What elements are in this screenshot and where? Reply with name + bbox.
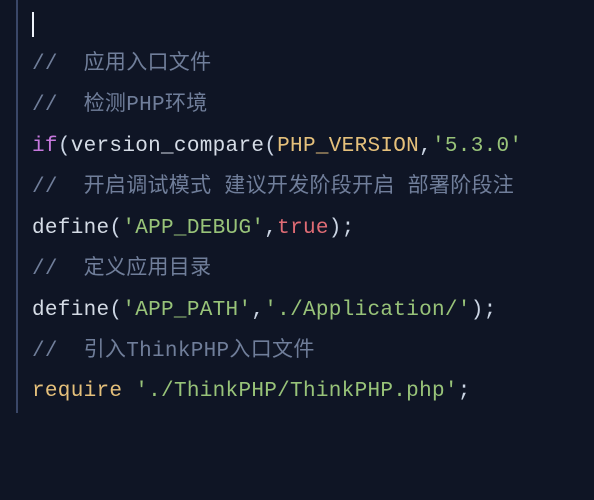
code-line-require: require './ThinkPHP/ThinkPHP.php'; bbox=[32, 372, 594, 413]
code-line-comment: // 开启调试模式 建议开发阶段开启 部署阶段注 bbox=[32, 168, 594, 209]
comment-token: // 检测PHP环境 bbox=[32, 94, 208, 117]
code-line-define: define('APP_DEBUG',true); bbox=[32, 209, 594, 250]
text-cursor bbox=[32, 12, 34, 37]
function-token: define bbox=[32, 217, 109, 240]
punct-token: , bbox=[419, 135, 432, 158]
comment-token: // 引入ThinkPHP入口文件 bbox=[32, 340, 315, 363]
punct-token: ( bbox=[58, 135, 71, 158]
keyword-token: if bbox=[32, 135, 58, 158]
string-token: '5.3.0' bbox=[432, 135, 522, 158]
string-token: 'APP_DEBUG' bbox=[122, 217, 264, 240]
punct-token: ( bbox=[264, 135, 277, 158]
comment-token: // 应用入口文件 bbox=[32, 53, 211, 76]
code-line-cursor bbox=[32, 4, 594, 45]
punct-token: ); bbox=[329, 217, 355, 240]
punct-token: ; bbox=[458, 380, 471, 403]
boolean-token: true bbox=[277, 217, 329, 240]
punct-token: ); bbox=[471, 299, 497, 322]
string-token: './ThinkPHP/ThinkPHP.php' bbox=[135, 380, 458, 403]
string-token: './Application/' bbox=[264, 299, 470, 322]
constant-token: PHP_VERSION bbox=[277, 135, 419, 158]
code-line-comment: // 定义应用目录 bbox=[32, 250, 594, 291]
code-line-comment: // 应用入口文件 bbox=[32, 45, 594, 86]
punct-token: ( bbox=[109, 217, 122, 240]
function-token: define bbox=[32, 299, 109, 322]
keyword-token: require bbox=[32, 380, 122, 403]
string-token: 'APP_PATH' bbox=[122, 299, 251, 322]
code-line-comment: // 检测PHP环境 bbox=[32, 86, 594, 127]
punct-token: ( bbox=[109, 299, 122, 322]
comment-token: // 定义应用目录 bbox=[32, 258, 211, 281]
comment-token: // 开启调试模式 建议开发阶段开启 部署阶段注 bbox=[32, 176, 514, 199]
code-line-define: define('APP_PATH','./Application/'); bbox=[32, 291, 594, 332]
punct-token: , bbox=[264, 217, 277, 240]
code-editor[interactable]: // 应用入口文件 // 检测PHP环境 if(version_compare(… bbox=[16, 0, 594, 413]
punct-token: , bbox=[251, 299, 264, 322]
code-line-comment: // 引入ThinkPHP入口文件 bbox=[32, 332, 594, 373]
code-line-if: if(version_compare(PHP_VERSION,'5.3.0' bbox=[32, 127, 594, 168]
function-token: version_compare bbox=[71, 135, 265, 158]
